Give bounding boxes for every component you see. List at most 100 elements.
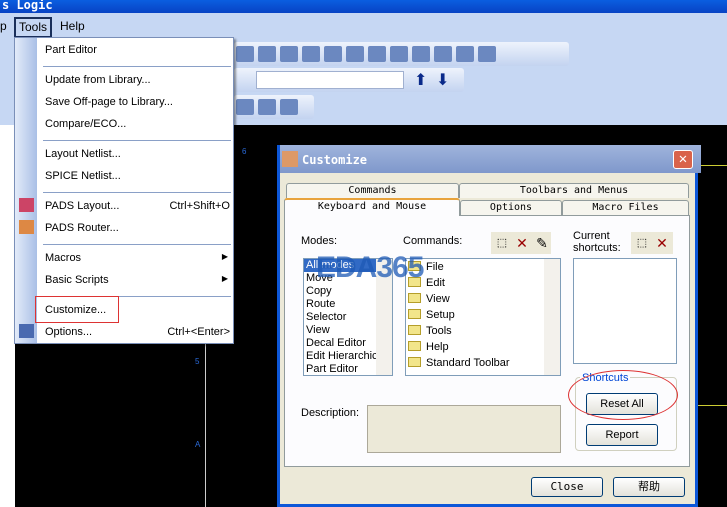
menu-tools[interactable]: Tools (14, 17, 52, 38)
list-item[interactable]: View (406, 291, 560, 307)
menu-item-label: PADS Router... (45, 222, 119, 234)
tab-options[interactable]: Options (460, 200, 562, 216)
zoom-icon[interactable] (280, 46, 298, 62)
menu-item-pads-layout[interactable]: PADS Layout... Ctrl+Shift+O (45, 200, 230, 212)
layer-select[interactable] (256, 71, 404, 89)
menu-item-shortcut: Ctrl+<Enter> (167, 326, 230, 338)
toolbar-icon[interactable] (346, 46, 364, 62)
menu-item-label: Options... (45, 326, 93, 338)
eda365-watermark: EDA365 (316, 251, 424, 284)
menu-setup[interactable]: p (0, 19, 7, 33)
menu-item-label: Basic Scripts (45, 274, 109, 286)
highlight-annotation (35, 296, 119, 323)
edit-icon[interactable]: ✎ (535, 236, 549, 250)
tab-keyboard-and-mouse[interactable]: Keyboard and Mouse (284, 198, 460, 216)
report-button[interactable]: Report (586, 424, 658, 446)
menu-item-save-offpage[interactable]: Save Off-page to Library... (45, 96, 230, 108)
list-item[interactable]: Edit (406, 275, 560, 291)
menu-item-label: Compare/ECO... (45, 118, 127, 130)
pads-layout-icon[interactable] (390, 46, 408, 62)
list-item[interactable]: Tools (406, 323, 560, 339)
arrow-down-icon[interactable]: ⬇ (436, 70, 449, 90)
menu-item-label: Update from Library... (45, 74, 151, 86)
pads-router-icon[interactable] (412, 46, 430, 62)
window-title: s Logic (2, 0, 53, 12)
project-explorer (0, 125, 15, 507)
submenu-arrow-icon: ▶ (221, 252, 228, 261)
selection-toolbar: ⬆ ⬇ (234, 68, 464, 92)
design-toolbar (234, 95, 314, 119)
menu-item-update-from-library[interactable]: Update from Library... (45, 74, 230, 86)
folder-icon (408, 309, 421, 319)
toolbar-icon[interactable] (456, 46, 474, 62)
scrollbar[interactable] (544, 259, 560, 375)
pads-app-icon (282, 151, 298, 167)
item-label: Tools (426, 325, 452, 337)
delete-icon[interactable]: ✕ (515, 236, 529, 250)
new-icon[interactable]: ⬚ (495, 236, 509, 250)
dialog-title-bar: Customize ✕ (280, 145, 701, 173)
tab-toolbars-and-menus[interactable]: Toolbars and Menus (459, 183, 689, 198)
toolbar-icon[interactable] (302, 46, 320, 62)
item-label: Standard Toolbar (426, 357, 510, 369)
list-item[interactable]: File (406, 259, 560, 275)
menu-item-basic-scripts[interactable]: Basic Scripts ▶ (45, 274, 230, 286)
list-item[interactable]: Help (406, 339, 560, 355)
border-label: 5 (195, 357, 200, 366)
list-item[interactable]: Edit Hierarchical (304, 350, 376, 363)
menu-item-options[interactable]: Options... Ctrl+<Enter> (45, 326, 230, 338)
border-label: A (195, 440, 201, 449)
menu-item-layout-netlist[interactable]: Layout Netlist... (45, 148, 230, 160)
toolbar-icon[interactable] (280, 99, 298, 115)
folder-icon (408, 293, 421, 303)
pads-router-icon (19, 220, 34, 234)
menu-item-pads-router[interactable]: PADS Router... (45, 222, 230, 234)
menu-item-label: PADS Layout... (45, 200, 120, 212)
menu-item-label: SPICE Netlist... (45, 170, 121, 182)
commands-label: Commands: (403, 235, 463, 247)
highlight-annotation (568, 370, 678, 420)
close-button[interactable]: Close (531, 477, 603, 497)
redo-icon[interactable] (258, 46, 276, 62)
menu-item-part-editor[interactable]: Part Editor (45, 44, 230, 56)
toolbar-icon[interactable] (368, 46, 386, 62)
arrow-up-icon[interactable]: ⬆ (414, 70, 427, 90)
toolbar-icon[interactable] (478, 46, 496, 62)
new-icon[interactable]: ⬚ (635, 236, 649, 250)
modes-label: Modes: (301, 235, 338, 247)
toolbar-icon[interactable] (258, 99, 276, 115)
item-label: File (426, 261, 444, 273)
list-item[interactable]: Setup (406, 307, 560, 323)
tab-commands[interactable]: Commands (286, 183, 459, 198)
menu-separator (43, 66, 231, 67)
current-shortcuts-list[interactable] (573, 258, 677, 364)
toolbar-icon[interactable] (434, 46, 452, 62)
close-icon[interactable]: ✕ (673, 150, 693, 169)
menu-item-compare-eco[interactable]: Compare/ECO... (45, 118, 230, 130)
menu-item-label: Macros (45, 252, 82, 264)
toolbar-icon[interactable] (324, 46, 342, 62)
undo-icon[interactable] (236, 46, 254, 62)
menu-separator (43, 244, 231, 245)
item-label: Help (426, 341, 449, 353)
delete-icon[interactable]: ✕ (655, 236, 669, 250)
border-label: 6 (242, 147, 247, 156)
menu-bar: p Tools Help (0, 13, 727, 39)
help-button[interactable]: 帮助 (613, 477, 685, 497)
menu-help[interactable]: Help (60, 19, 85, 33)
list-item[interactable]: Standard Toolbar (406, 355, 560, 371)
window-title-bar: s Logic (0, 0, 727, 13)
menu-separator (43, 192, 231, 193)
options-icon (19, 324, 34, 338)
shortcut-tools: ⬚ ✕ (631, 232, 673, 254)
folder-icon (408, 341, 421, 351)
tab-macro-files[interactable]: Macro Files (562, 200, 689, 216)
toolbar-icon[interactable] (236, 99, 254, 115)
pads-layout-icon (19, 198, 34, 212)
commands-list[interactable]: File Edit View Setup Tools Help Standard… (405, 258, 561, 376)
menu-item-spice-netlist[interactable]: SPICE Netlist... (45, 170, 230, 182)
description-box (367, 405, 561, 453)
menu-item-macros[interactable]: Macros ▶ (45, 252, 230, 264)
current-shortcuts-label: Current shortcuts: (573, 230, 621, 254)
wire (697, 165, 727, 166)
